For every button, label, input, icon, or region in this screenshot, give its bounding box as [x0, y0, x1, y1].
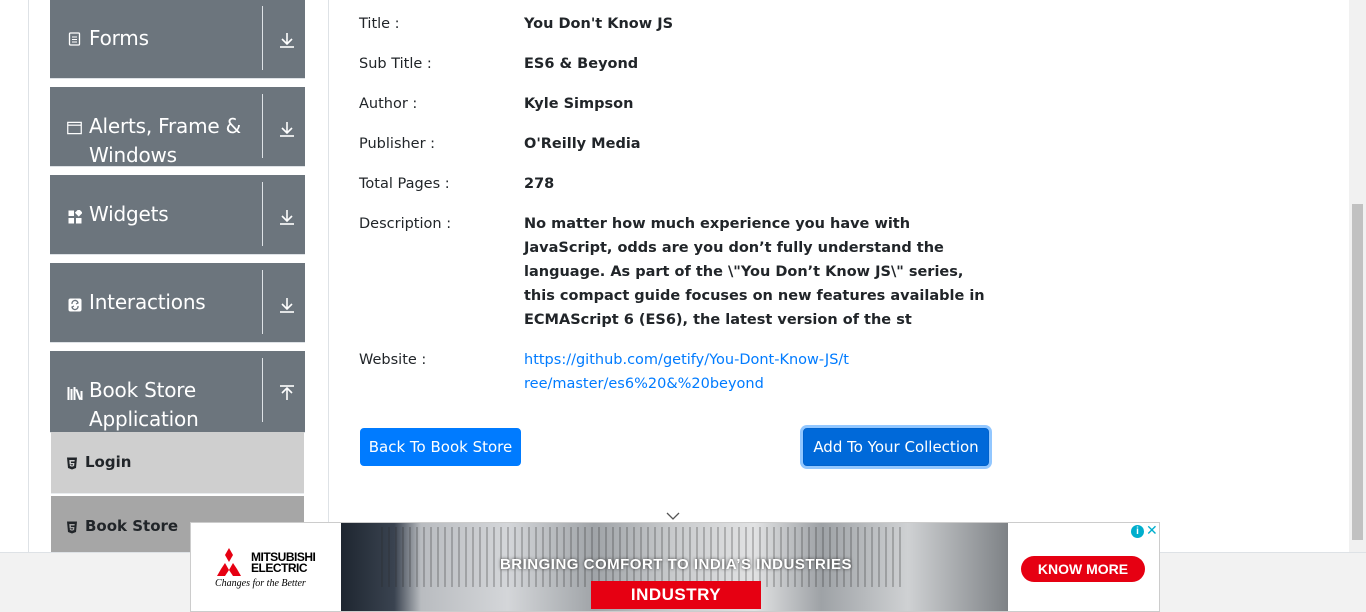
ad-image: BRINGING COMFORT TO INDIA’S INDUSTRIES I… [341, 523, 1008, 611]
scrollbar-thumb[interactable] [1352, 204, 1363, 540]
title-label: Title : [359, 16, 400, 32]
subtitle-label: Sub Title : [359, 56, 432, 72]
interactions-icon [67, 297, 82, 312]
ad-banner[interactable]: MITSUBISHI ELECTRIC Changes for the Bett… [190, 522, 1160, 612]
sidebar-group-label: Book Store Application [89, 378, 199, 431]
download-arrow-icon [278, 296, 296, 314]
divider [262, 6, 263, 70]
ad-industry-label: INDUSTRY [591, 581, 761, 609]
subtitle-value: ES6 & Beyond [524, 56, 639, 72]
sidebar-group-interactions[interactable]: Interactions [50, 263, 305, 343]
pages-value: 278 [524, 176, 555, 192]
pages-label: Total Pages : [359, 176, 450, 192]
mitsubishi-logo-icon [217, 548, 241, 576]
sidebar-group-forms[interactable]: Forms [50, 0, 305, 79]
author-label: Author : [359, 96, 418, 112]
html5-icon [66, 521, 78, 534]
description-value: No matter how much experience you have w… [524, 216, 985, 328]
ad-logo: MITSUBISHI ELECTRIC Changes for the Bett… [191, 523, 341, 611]
sidebar-group-label: Alerts, Frame & Windows [89, 114, 242, 167]
upload-arrow-icon [278, 384, 296, 402]
sidebar-group-label: Widgets [89, 202, 169, 226]
description-label: Description : [359, 216, 452, 232]
publisher-value: O'Reilly Media [524, 136, 641, 152]
ad-info-icon[interactable]: i [1131, 525, 1144, 538]
sidebar-item-login[interactable]: Login [51, 432, 304, 494]
sidebar-group-book-store-application[interactable]: Book Store Application [50, 351, 305, 433]
books-icon [67, 385, 85, 400]
author-value: Kyle Simpson [524, 96, 634, 112]
ad-headline: BRINGING COMFORT TO INDIA’S INDUSTRIES [499, 556, 853, 573]
widgets-icon [67, 209, 82, 224]
sidebar-group-alerts[interactable]: Alerts, Frame & Windows [50, 87, 305, 167]
sidebar-item-label: Book Store [85, 517, 179, 535]
html5-icon [66, 457, 78, 470]
window-icon [67, 120, 82, 135]
sidebar-group-widgets[interactable]: Widgets [50, 175, 305, 255]
divider [262, 94, 263, 158]
ad-tagline: Changes for the Better [215, 578, 306, 589]
ad-close-icon[interactable]: ✕ [1146, 524, 1159, 538]
sidebar-group-label: Interactions [89, 290, 206, 314]
main-border [328, 0, 329, 552]
ad-brand-line: ELECTRIC [251, 561, 308, 575]
left-border [28, 0, 29, 552]
divider [262, 270, 263, 334]
download-arrow-icon [278, 208, 296, 226]
download-arrow-icon [278, 120, 296, 138]
ad-brand: MITSUBISHI ELECTRIC [251, 551, 316, 575]
form-icon [67, 31, 82, 46]
scrollbar[interactable] [1349, 0, 1366, 552]
sidebar-item-label: Login [85, 453, 132, 471]
add-to-collection-button[interactable]: Add To Your Collection [803, 428, 989, 466]
back-to-book-store-button[interactable]: Back To Book Store [360, 428, 521, 466]
website-link[interactable]: https://github.com/getify/You-Dont-Know-… [524, 348, 854, 396]
divider [262, 182, 263, 246]
chevron-down-icon [666, 508, 680, 520]
title-value: You Don't Know JS [524, 16, 674, 32]
publisher-label: Publisher : [359, 136, 436, 152]
divider [262, 358, 263, 422]
download-arrow-icon [278, 31, 296, 49]
ad-know-more-button[interactable]: KNOW MORE [1021, 556, 1145, 582]
website-label: Website : [359, 352, 427, 368]
sidebar-group-label: Forms [89, 26, 149, 50]
